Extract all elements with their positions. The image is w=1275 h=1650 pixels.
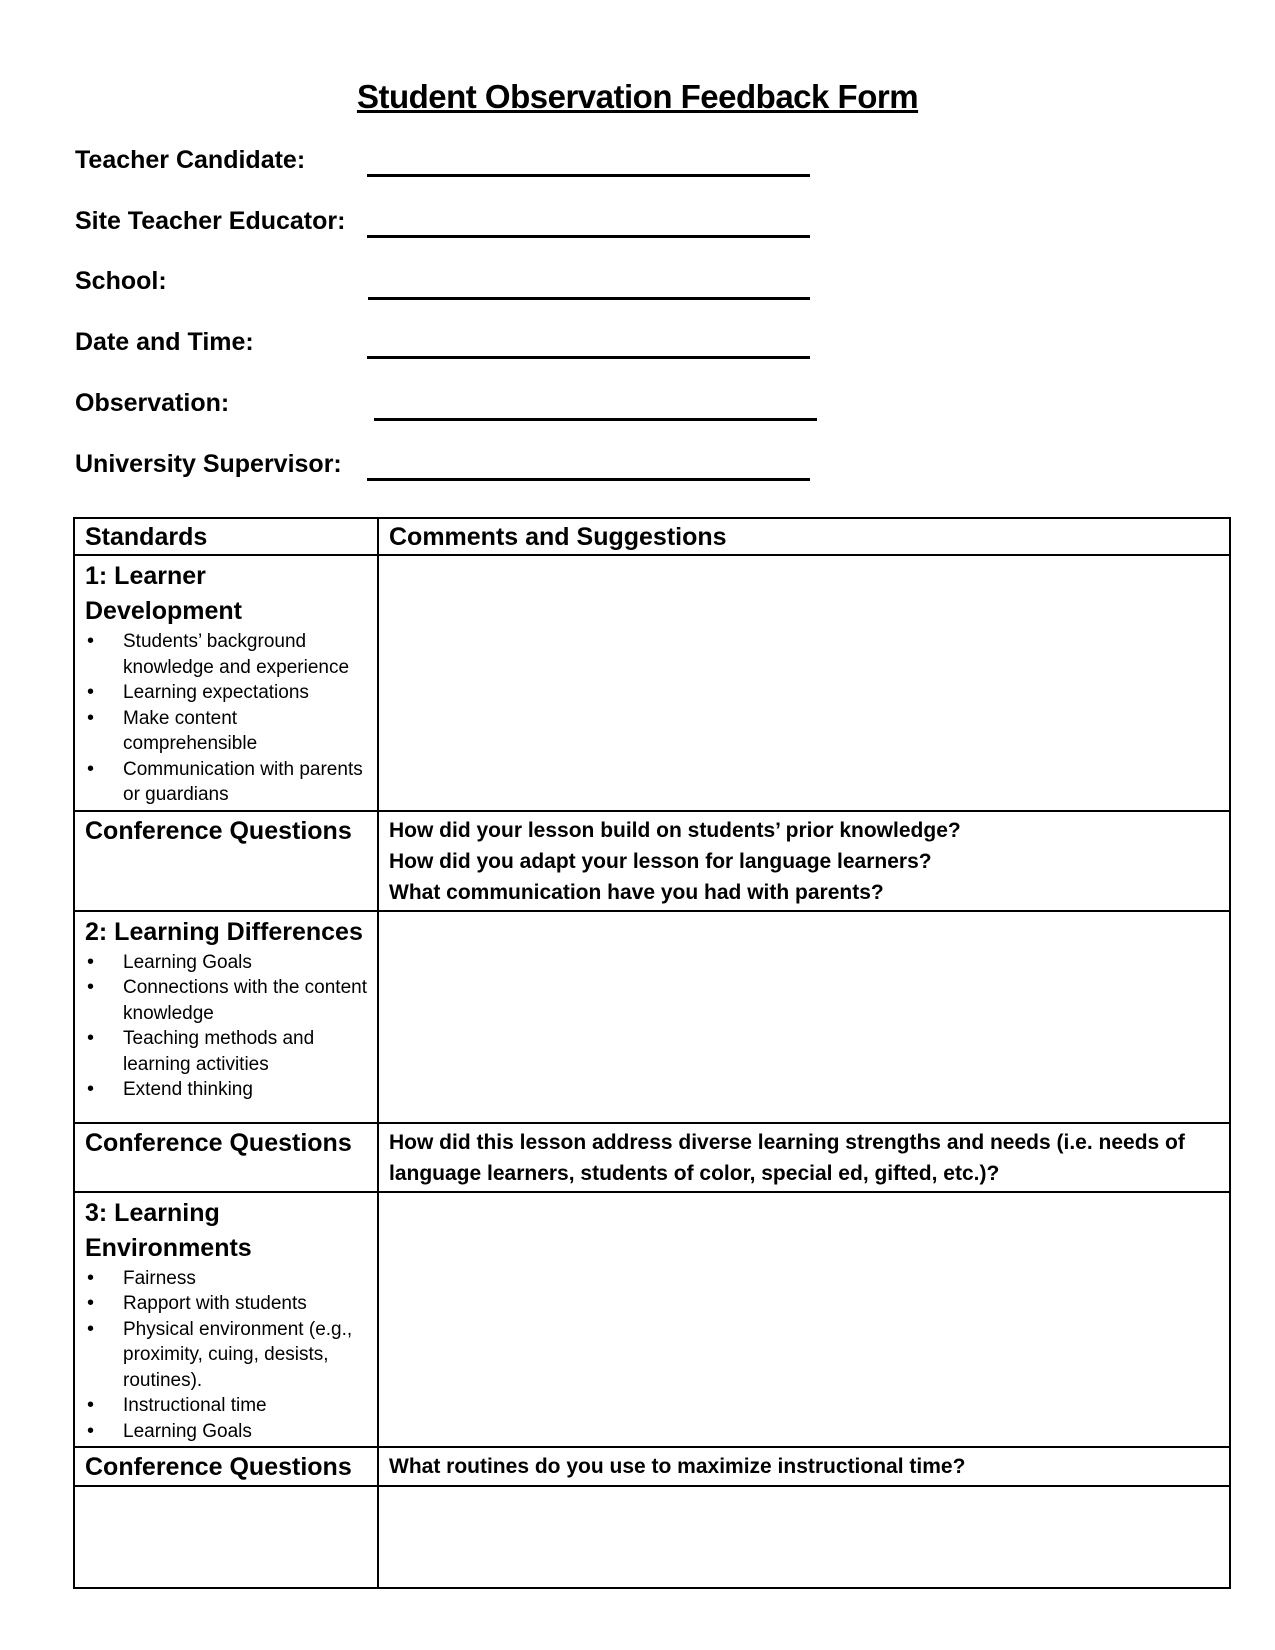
- comments-cell-1[interactable]: [377, 554, 1231, 812]
- comments-cell-2[interactable]: [377, 909, 1231, 1124]
- blank-cell-left[interactable]: [73, 1485, 379, 1589]
- bullet-item: Physical environment (e.g., proximity, c…: [85, 1317, 367, 1394]
- question: How did this lesson address diverse lear…: [389, 1130, 1185, 1185]
- bullet-item: Communication with parents or guardians: [85, 757, 367, 808]
- comments-cell-3[interactable]: [377, 1190, 1231, 1448]
- bullet-item: Learning Goals: [85, 1419, 367, 1445]
- bullet-item: Make content comprehensible: [85, 706, 367, 757]
- blank-row: [73, 1485, 1231, 1589]
- standard-row-3: 3: Learning Environments Fairness Rappor…: [73, 1190, 1231, 1448]
- header-standards: Standards: [73, 517, 379, 556]
- bullet-item: Instructional time: [85, 1393, 367, 1419]
- conference-row-1: Conference Questions How did your lesson…: [73, 809, 1231, 912]
- bullet-item: Teaching methods and learning activities: [85, 1026, 367, 1077]
- conference-questions-2: How did this lesson address diverse lear…: [377, 1121, 1231, 1193]
- conference-label: Conference Questions: [73, 809, 379, 912]
- question: How did your lesson build on students’ p…: [389, 818, 961, 842]
- field-label-observation: Observation:: [75, 389, 230, 417]
- bullet-item: Extend thinking: [85, 1077, 367, 1103]
- standard-row-1: 1: Learner Development Students’ backgro…: [73, 554, 1231, 812]
- bullet-item: Students’ background knowledge and exper…: [85, 629, 367, 680]
- standard-bullets: Learning Goals Connections with the cont…: [85, 950, 367, 1103]
- table-header-row: Standards Comments and Suggestions: [73, 517, 1231, 556]
- date-time-input[interactable]: [367, 356, 810, 359]
- field-label-teacher-candidate: Teacher Candidate:: [75, 146, 306, 174]
- observation-input[interactable]: [374, 418, 817, 421]
- conference-label: Conference Questions: [73, 1121, 379, 1193]
- university-supervisor-input[interactable]: [367, 478, 810, 481]
- conference-questions-3: What routines do you use to maximize ins…: [377, 1446, 1231, 1487]
- conference-label: Conference Questions: [73, 1446, 379, 1487]
- conference-row-3: Conference Questions What routines do yo…: [73, 1446, 1231, 1487]
- conference-row-2: Conference Questions How did this lesson…: [73, 1121, 1231, 1193]
- question: How did you adapt your lesson for langua…: [389, 849, 932, 873]
- standard-row-2: 2: Learning Differences Learning Goals C…: [73, 909, 1231, 1124]
- bullet-item: Fairness: [85, 1266, 367, 1292]
- standard-bullets: Fairness Rapport with students Physical …: [85, 1266, 367, 1445]
- school-input[interactable]: [368, 297, 810, 300]
- question: What communication have you had with par…: [389, 880, 884, 904]
- field-label-university-supervisor: University Supervisor:: [75, 450, 342, 478]
- question: What routines do you use to maximize ins…: [389, 1455, 966, 1478]
- standards-table: Standards Comments and Suggestions 1: Le…: [73, 517, 1231, 1589]
- bullet-item: Rapport with students: [85, 1291, 367, 1317]
- standard-bullets: Students’ background knowledge and exper…: [85, 629, 367, 808]
- blank-cell-right[interactable]: [377, 1485, 1231, 1589]
- standard-cell-1: 1: Learner Development Students’ backgro…: [73, 554, 379, 812]
- standard-title: 1: Learner Development: [85, 562, 242, 625]
- header-comments: Comments and Suggestions: [377, 517, 1231, 556]
- teacher-candidate-input[interactable]: [367, 174, 810, 177]
- field-label-site-teacher-educator: Site Teacher Educator:: [75, 207, 346, 235]
- standard-title: 3: Learning Environments: [85, 1198, 252, 1262]
- standard-cell-2: 2: Learning Differences Learning Goals C…: [73, 909, 379, 1124]
- bullet-item: Learning Goals: [85, 950, 367, 976]
- bullet-item: Learning expectations: [85, 680, 367, 706]
- field-label-date-time: Date and Time:: [75, 328, 254, 356]
- bullet-item: Connections with the content knowledge: [85, 975, 367, 1026]
- site-teacher-educator-input[interactable]: [367, 235, 810, 238]
- conference-questions-1: How did your lesson build on students’ p…: [377, 809, 1231, 912]
- form-title: Student Observation Feedback Form: [356, 78, 919, 115]
- standard-title: 2: Learning Differences: [85, 917, 363, 946]
- standard-cell-3: 3: Learning Environments Fairness Rappor…: [73, 1190, 379, 1448]
- field-label-school: School:: [75, 267, 167, 295]
